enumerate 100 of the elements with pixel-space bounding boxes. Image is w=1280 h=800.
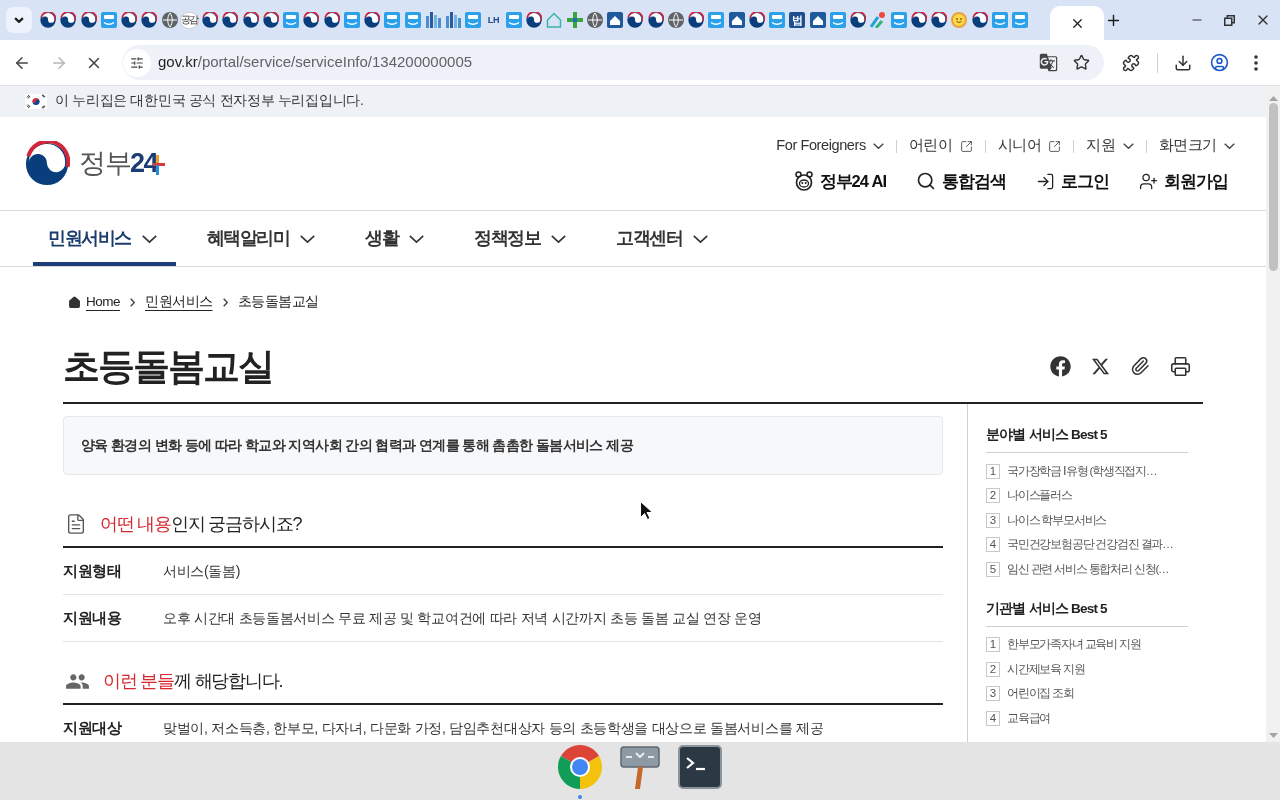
ranking-link[interactable]: 3 나이스 학부모서비스	[986, 508, 1203, 533]
ranking-link[interactable]: 1 국가장학금 Ⅰ유형 (학생직접지…	[986, 459, 1203, 484]
building-icon[interactable]	[445, 12, 462, 28]
search-button[interactable]: 통합검색	[916, 168, 1006, 194]
utility-link[interactable]: 화면크기	[1158, 135, 1235, 157]
swirl-logo-icon[interactable]	[323, 12, 340, 28]
chrome-icon[interactable]	[556, 743, 604, 791]
swirl-logo-icon[interactable]	[850, 12, 867, 28]
site-settings-button[interactable]	[123, 48, 151, 77]
tile-logo-icon[interactable]	[283, 12, 300, 28]
ranking-link[interactable]: 2 나이스플러스	[986, 483, 1203, 508]
chevron-right-icon	[222, 297, 228, 307]
swirl-logo-icon[interactable]	[971, 12, 988, 28]
tile-logo-icon[interactable]	[829, 12, 846, 28]
nav-menu-item[interactable]: 생활	[350, 211, 443, 266]
favicon-logo[interactable]: 공감	[180, 11, 200, 29]
swirl-logo-icon[interactable]	[931, 12, 948, 28]
sidebar-title: 분야별 서비스 Best 5	[986, 426, 1108, 444]
swirl-logo-icon[interactable]	[121, 12, 138, 28]
ranking-link[interactable]: 4 교육급여	[986, 706, 1203, 731]
tab-search-button[interactable]	[6, 7, 32, 33]
terminal-icon[interactable]	[678, 745, 722, 789]
globe-icon[interactable]	[161, 12, 178, 28]
row-label: 지원내용	[63, 609, 122, 628]
breadcrumb-link[interactable]: 민원서비스	[145, 291, 213, 313]
row-value: 오후 시간대 초등돌봄서비스 무료 제공 및 학교여건에 따라 저녁 시간까지 초등 돌봄 교실 연장 운영	[163, 609, 762, 628]
house-tile-icon[interactable]	[728, 12, 745, 28]
tile-logo-icon[interactable]	[769, 12, 786, 28]
swirl-logo-icon[interactable]	[40, 12, 57, 28]
breadcrumb-home-link[interactable]: Home	[68, 291, 120, 313]
row-value: 맞벌이, 저소득층, 한부모, 다자녀, 다문화 가정, 담임추천대상자 등의 초등학생을 대상으로 돌봄서비스를 제공	[163, 719, 824, 738]
globe-icon[interactable]	[667, 12, 684, 28]
menu-icon	[1254, 54, 1258, 71]
tile-logo-icon[interactable]	[404, 12, 421, 28]
nav-menu-item[interactable]: 고객센터	[601, 211, 727, 266]
login-button[interactable]: 로그인	[1036, 168, 1109, 194]
tile-logo-icon[interactable]	[505, 12, 522, 28]
signup-button[interactable]: 회원가입	[1139, 168, 1228, 194]
swirl-logo-icon[interactable]	[526, 12, 543, 28]
facebook-icon	[1049, 355, 1071, 377]
ranking-link[interactable]: 4 국민건강보험공단 건강검진 결과…	[986, 532, 1203, 557]
house-tile-icon[interactable]	[809, 12, 826, 28]
swirl-logo-icon[interactable]	[748, 12, 765, 28]
swirl-logo-icon[interactable]	[262, 12, 279, 28]
facebook-share-button[interactable]	[1048, 354, 1072, 378]
utility-link[interactable]: 어린이	[908, 135, 973, 157]
swirl-logo-icon[interactable]	[364, 12, 381, 28]
tile-logo-icon[interactable]	[343, 12, 360, 28]
translate-icon	[1038, 53, 1058, 72]
ranking-link[interactable]: 1 한부모가족자녀 교육비 지원	[986, 632, 1203, 657]
tile-logo-icon[interactable]	[708, 12, 725, 28]
swirl-logo-icon[interactable]	[242, 12, 259, 28]
swirl-logo-icon[interactable]	[141, 12, 158, 28]
favicon-logo[interactable]: 법	[789, 12, 806, 28]
swirl-logo-icon[interactable]	[647, 12, 664, 28]
rank-number: 3	[986, 686, 1000, 702]
swirl-logo-icon[interactable]	[80, 12, 97, 28]
utility-link[interactable]: For Foreigners	[776, 135, 884, 157]
ai-assistant-button[interactable]: 정부24 AI	[793, 168, 886, 194]
globe-icon[interactable]	[586, 12, 603, 28]
document-icon	[65, 513, 87, 535]
user-icon	[1209, 53, 1229, 72]
tile-logo-icon[interactable]	[1012, 12, 1029, 28]
nav-menu-item[interactable]: 민원서비스	[33, 211, 176, 266]
scrollbar-thumb[interactable]	[1268, 103, 1278, 271]
utility-link[interactable]: 시니어	[997, 135, 1062, 157]
ranking-link[interactable]: 5 임신 관련 서비스 통합처리 신청(…	[986, 557, 1203, 582]
chevron-down-icon	[14, 17, 24, 23]
section-heading: 이런 분들께 해당합니다.	[103, 670, 283, 693]
ranking-link[interactable]: 3 어린이집 조회	[986, 681, 1203, 706]
favicon-logo[interactable]: LH	[487, 15, 500, 25]
row-label: 지원형태	[63, 562, 122, 581]
flag-icon	[25, 94, 47, 109]
cross-icon[interactable]	[566, 12, 583, 28]
address-bar[interactable]: gov.kr/portal/service/serviceInfo/134200000005	[122, 45, 1104, 80]
swirl-logo-icon[interactable]	[303, 12, 320, 28]
swirl-logo-icon[interactable]	[627, 12, 644, 28]
print-button[interactable]	[1168, 354, 1192, 378]
user-plus-icon	[1139, 171, 1158, 191]
house-tile-icon[interactable]	[607, 12, 624, 28]
nav-menu-item[interactable]: 혜택알리미	[191, 211, 334, 266]
utility-link[interactable]: 지원	[1086, 135, 1134, 157]
swirl-logo-icon[interactable]	[60, 12, 77, 28]
nav-menu-item[interactable]: 정책정보	[459, 211, 585, 266]
tile-logo-icon[interactable]	[465, 12, 482, 28]
scrollbar[interactable]	[1266, 86, 1280, 742]
printer-icon	[1169, 355, 1191, 377]
rank-number: 2	[986, 488, 1000, 504]
swirl-logo-icon[interactable]	[688, 12, 705, 28]
ranking-link[interactable]: 2 시간제보육 지원	[986, 657, 1203, 682]
swirl-logo-icon[interactable]	[202, 12, 219, 28]
rank-number: 1	[986, 463, 1000, 479]
swirl-logo-icon[interactable]	[910, 12, 927, 28]
swirl-logo-icon[interactable]	[222, 12, 239, 28]
tile-logo-icon[interactable]	[100, 12, 117, 28]
tile-logo-icon[interactable]	[890, 12, 907, 28]
building-icon[interactable]	[424, 12, 441, 28]
tile-logo-icon[interactable]	[384, 12, 401, 28]
tile-logo-icon[interactable]	[991, 12, 1008, 28]
external-link-icon	[1048, 139, 1062, 153]
